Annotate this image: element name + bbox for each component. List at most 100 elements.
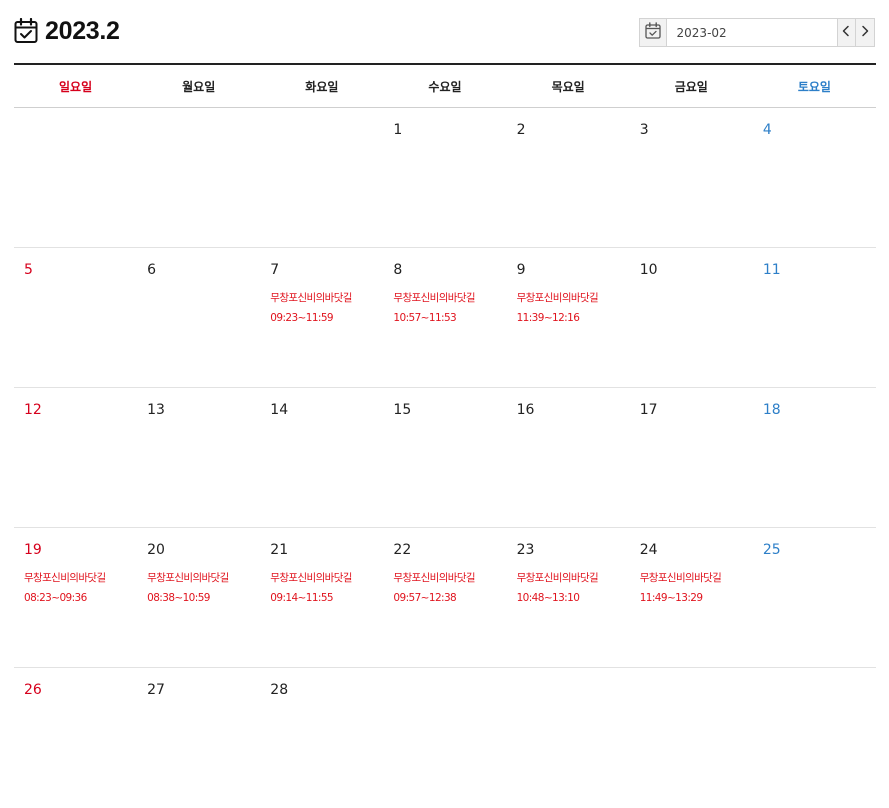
day-cell (507, 668, 630, 808)
calendar-event[interactable]: 무창포신비의바닷길 09:23~11:59 (270, 288, 383, 328)
day-number (147, 122, 260, 144)
day-number: 3 (639, 122, 649, 138)
weekday-header-tuesday: 화요일 (305, 79, 339, 94)
event-time: 10:57~11:53 (393, 312, 457, 324)
prev-month-button[interactable] (836, 19, 856, 46)
day-cell[interactable]: 24 무창포신비의바닷길 11:49~13:29 (630, 528, 753, 667)
day-cell (260, 108, 383, 247)
day-cell[interactable]: 8 무창포신비의바닷길 10:57~11:53 (383, 248, 506, 387)
day-cell[interactable]: 12 (14, 388, 137, 527)
calendar-check-icon (645, 21, 661, 44)
day-number: 27 (147, 682, 165, 698)
weekday-header-row: 일요일 월요일 화요일 수요일 목요일 금요일 토요일 (14, 65, 876, 108)
day-cell[interactable]: 14 (260, 388, 383, 527)
calendar-check-icon (14, 17, 38, 44)
day-cell[interactable]: 23 무창포신비의바닷길 10:48~13:10 (507, 528, 630, 667)
day-number (763, 682, 876, 704)
day-cell[interactable]: 22 무창포신비의바닷길 09:57~12:38 (383, 528, 506, 667)
day-number (24, 122, 137, 144)
day-number (517, 682, 630, 704)
month-input[interactable] (666, 19, 837, 46)
day-cell[interactable]: 2 (507, 108, 630, 247)
calendar-event[interactable]: 무창포신비의바닷길 09:14~11:55 (270, 568, 383, 608)
week-row: 5 6 7 무창포신비의바닷길 09:23~11:59 8 무창포신비의바닷길 10:57~1… (14, 248, 876, 388)
day-cell (630, 668, 753, 808)
day-cell[interactable]: 16 (507, 388, 630, 527)
chevron-left-icon (841, 24, 851, 42)
week-row: 26 27 28 (14, 668, 876, 808)
day-number: 9 (516, 262, 526, 278)
day-cell[interactable]: 3 (630, 108, 753, 247)
day-number: 28 (270, 682, 289, 698)
page-title: 2023.2 (45, 16, 120, 45)
event-time: 09:14~11:55 (270, 592, 333, 604)
day-cell[interactable]: 19 무창포신비의바닷길 08:23~09:36 (14, 528, 137, 667)
day-number: 24 (639, 542, 658, 558)
day-number: 2 (516, 122, 526, 138)
day-cell[interactable]: 4 (753, 108, 876, 247)
day-cell[interactable]: 5 (14, 248, 137, 387)
month-picker-calendar-button[interactable] (640, 19, 667, 46)
day-cell[interactable]: 28 (260, 668, 383, 808)
day-number: 15 (393, 402, 412, 418)
calendar-grid: 일요일 월요일 화요일 수요일 목요일 금요일 토요일 1 2 3 4 5 6 7 무창포신비의바닷길 09… (14, 63, 876, 808)
day-number: 14 (270, 402, 289, 418)
event-name: 무창포신비의바닷길 (516, 292, 599, 304)
day-cell[interactable]: 11 (753, 248, 876, 387)
event-time: 09:57~12:38 (393, 592, 457, 604)
day-number: 20 (147, 542, 165, 558)
day-cell[interactable]: 13 (137, 388, 260, 527)
week-row: 12 13 14 15 16 17 18 (14, 388, 876, 528)
day-number: 25 (762, 542, 781, 558)
day-cell[interactable]: 9 무창포신비의바닷길 11:39~12:16 (507, 248, 630, 387)
month-picker (639, 18, 875, 47)
day-number (640, 682, 753, 704)
event-time: 11:49~13:29 (639, 592, 703, 604)
day-cell[interactable]: 10 (630, 248, 753, 387)
next-month-button[interactable] (855, 19, 874, 46)
chevron-right-icon (860, 24, 870, 42)
calendar-event[interactable]: 무창포신비의바닷길 10:48~13:10 (517, 568, 630, 608)
event-name: 무창포신비의바닷길 (516, 572, 599, 584)
day-number: 10 (639, 262, 658, 278)
weekday-header-saturday: 토요일 (797, 79, 831, 94)
event-time: 08:23~09:36 (24, 592, 87, 604)
day-number: 12 (24, 402, 42, 418)
day-number (270, 122, 383, 144)
day-cell[interactable]: 18 (753, 388, 876, 527)
calendar-header: 2023.2 (14, 14, 120, 48)
day-number: 17 (639, 402, 658, 418)
day-number: 6 (147, 262, 157, 278)
week-row: 19 무창포신비의바닷길 08:23~09:36 20 무창포신비의바닷길 08:38~1… (14, 528, 876, 668)
calendar-weeks: 1 2 3 4 5 6 7 무창포신비의바닷길 09:23~11:59 8 무창포신비의바닷길 10:… (14, 108, 876, 808)
day-cell[interactable]: 27 (137, 668, 260, 808)
day-number: 1 (393, 122, 403, 138)
day-cell[interactable]: 7 무창포신비의바닷길 09:23~11:59 (260, 248, 383, 387)
event-time: 08:38~10:59 (147, 592, 210, 604)
calendar-event[interactable]: 무창포신비의바닷길 11:49~13:29 (640, 568, 753, 608)
day-cell[interactable]: 21 무창포신비의바닷길 09:14~11:55 (260, 528, 383, 667)
calendar-event[interactable]: 무창포신비의바닷길 08:23~09:36 (24, 568, 137, 608)
day-cell[interactable]: 20 무창포신비의바닷길 08:38~10:59 (137, 528, 260, 667)
calendar-event[interactable]: 무창포신비의바닷길 08:38~10:59 (147, 568, 260, 608)
event-name: 무창포신비의바닷길 (270, 572, 352, 584)
day-cell[interactable]: 6 (137, 248, 260, 387)
day-cell[interactable]: 26 (14, 668, 137, 808)
day-number: 23 (516, 542, 535, 558)
day-cell (753, 668, 876, 808)
day-cell[interactable]: 25 (753, 528, 876, 667)
event-time: 11:39~12:16 (516, 312, 580, 324)
day-number (393, 682, 506, 704)
calendar-event[interactable]: 무창포신비의바닷길 10:57~11:53 (393, 288, 506, 328)
calendar-event[interactable]: 무창포신비의바닷길 11:39~12:16 (517, 288, 630, 328)
day-cell[interactable]: 1 (383, 108, 506, 247)
event-name: 무창포신비의바닷길 (270, 292, 352, 304)
day-number: 8 (393, 262, 403, 278)
day-number: 4 (762, 122, 772, 138)
day-number: 19 (24, 542, 42, 558)
day-cell[interactable]: 15 (383, 388, 506, 527)
weekday-header-wednesday: 수요일 (428, 79, 462, 94)
calendar-event[interactable]: 무창포신비의바닷길 09:57~12:38 (393, 568, 506, 608)
day-cell[interactable]: 17 (630, 388, 753, 527)
day-number: 7 (270, 262, 280, 278)
